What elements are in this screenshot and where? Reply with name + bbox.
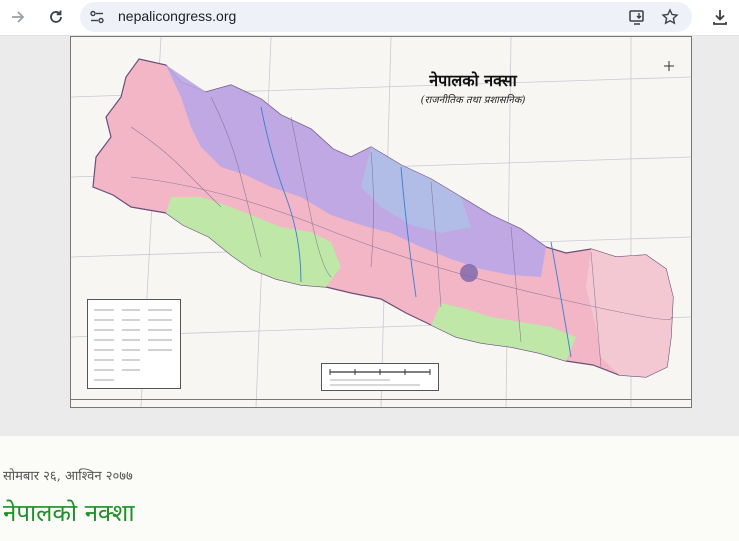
bookmark-button[interactable]	[660, 7, 680, 27]
reload-button[interactable]	[42, 3, 70, 31]
tune-icon	[90, 10, 104, 24]
post-date: सोमबार २६, आश्विन २०७७	[3, 469, 133, 484]
map-footer-strip	[71, 399, 691, 408]
reload-icon	[50, 10, 62, 23]
forward-button[interactable]	[4, 3, 32, 31]
address-bar[interactable]: nepalicongress.org	[80, 2, 692, 32]
map-legend	[87, 299, 181, 389]
map-title: नेपालको नक्सा	[429, 71, 517, 90]
site-info-button[interactable]	[88, 8, 106, 26]
url-text[interactable]: nepalicongress.org	[118, 8, 236, 24]
download-icon	[713, 10, 727, 25]
browser-toolbar: nepalicongress.org	[0, 0, 739, 36]
map-subtitle: (राजनीतिक तथा प्रशासनिक)	[420, 95, 526, 106]
install-app-icon	[629, 10, 644, 25]
post-title[interactable]: नेपालको नक्शा	[3, 496, 135, 529]
nepal-map-image[interactable]: नेपालको नक्सा (राजनीतिक तथा प्रशासनिक)	[70, 36, 692, 408]
map-image-container: नेपालको नक्सा (राजनीतिक तथा प्रशासनिक)	[0, 36, 739, 436]
map-scale-box	[321, 363, 439, 391]
install-app-button[interactable]	[627, 7, 647, 27]
arrow-right-icon	[12, 11, 25, 23]
star-icon	[661, 8, 679, 25]
post-content: सोमबार २६, आश्विन २०७७ नेपालको नक्शा	[0, 436, 739, 541]
download-button[interactable]	[706, 3, 734, 31]
